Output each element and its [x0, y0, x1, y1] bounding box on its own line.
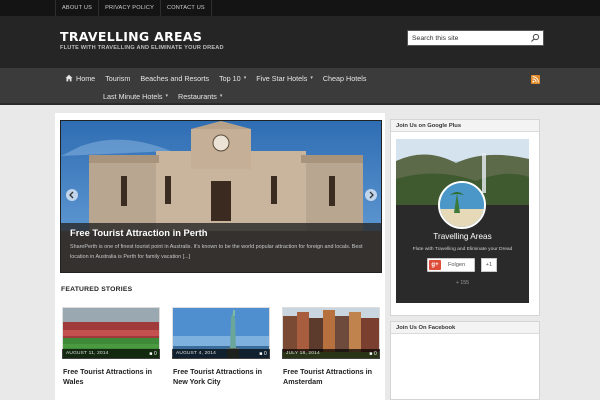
card-date: JULY 18, 2014: [286, 351, 320, 356]
home-icon: [65, 74, 73, 82]
card-title[interactable]: Free Tourist Attractions in New York Cit…: [173, 367, 273, 387]
nav-item-cheap-hotels[interactable]: Cheap Hotels: [318, 69, 372, 87]
chevron-down-icon: ▾: [310, 75, 313, 81]
comment-count-value: 0: [154, 351, 157, 357]
top-link-about-us[interactable]: ABOUT US: [55, 0, 98, 16]
card-date-bar: AUGUST 11, 2014 ■ 0: [62, 349, 160, 359]
avatar[interactable]: [438, 181, 486, 229]
top-links: ABOUT US PRIVACY POLICY CONTACT US: [55, 0, 212, 16]
top-link-privacy-policy[interactable]: PRIVACY POLICY: [98, 0, 160, 16]
chevron-down-icon: ▾: [219, 93, 223, 99]
nav-item-restaurants[interactable]: Restaurants ▾: [173, 87, 227, 105]
featured-stories-heading: FEATURED STORIES: [61, 286, 133, 293]
google-plus-badge: Travelling Areas Flute with Travelling a…: [396, 139, 529, 303]
nav-label-tourism: Tourism: [105, 73, 131, 83]
site-header: TRAVELLING AREAS FLUTE WITH TRAVELLING A…: [0, 16, 600, 68]
follower-count: + 155: [455, 280, 470, 286]
follow-label: Folgen: [448, 262, 466, 268]
chevron-down-icon: ▾: [243, 75, 247, 81]
nav-label-last-minute-hotels: Last Minute Hotels: [103, 91, 163, 101]
main-nav: Home Tourism Beaches and Resorts Top 10 ▾…: [0, 68, 600, 105]
search-icon[interactable]: [530, 33, 540, 43]
nav-label-cheap-hotels: Cheap Hotels: [322, 73, 367, 83]
profile-tagline: Flute with Travelling and Eliminate your…: [412, 247, 513, 252]
comment-count[interactable]: ■ 0: [149, 349, 157, 359]
google-plus-widget: Join Us on Google Plus Travelling Areas …: [390, 119, 540, 316]
comment-count[interactable]: ■ 0: [369, 349, 377, 359]
featured-card[interactable]: AUGUST 4, 2014 ■ 0 Free Tourist Attracti…: [171, 306, 271, 396]
featured-card[interactable]: JULY 18, 2014 ■ 0 Free Tourist Attractio…: [281, 306, 381, 396]
nav-label-home: Home: [76, 73, 96, 83]
chevron-left-icon[interactable]: [66, 189, 78, 201]
nav-item-top-10[interactable]: Top 10 ▾: [214, 69, 251, 87]
nav-label-top-10: Top 10: [219, 73, 241, 83]
avatar-image: [440, 183, 484, 227]
profile-name[interactable]: Travelling Areas: [396, 232, 529, 241]
card-date-bar: AUGUST 4, 2014 ■ 0: [172, 349, 270, 359]
nav-label-restaurants: Restaurants: [178, 91, 217, 101]
card-date: AUGUST 11, 2014: [66, 351, 109, 356]
search-input[interactable]: [408, 31, 528, 45]
card-title[interactable]: Free Tourist Attractions in Amsterdam: [283, 367, 383, 387]
chevron-right-icon[interactable]: [365, 189, 377, 201]
nav-label-beaches: Beaches and Resorts: [140, 73, 210, 83]
rss-icon[interactable]: [531, 75, 540, 84]
follow-button[interactable]: g+ Folgen: [427, 258, 475, 272]
featured-slider[interactable]: Free Tourist Attraction in Perth SharePe…: [60, 120, 382, 273]
main-content: Free Tourist Attraction in Perth SharePe…: [55, 113, 385, 400]
slide-title[interactable]: Free Tourist Attraction in Perth: [70, 227, 208, 238]
top-link-contact-us[interactable]: CONTACT US: [160, 0, 212, 16]
featured-cards: AUGUST 11, 2014 ■ 0 Free Tourist Attract…: [60, 306, 382, 396]
facebook-widget: Join Us On Facebook: [390, 321, 540, 400]
google-plus-icon: g+: [429, 260, 441, 270]
slide-excerpt: SharePerth is one of finest tourist poin…: [70, 244, 363, 260]
nav-label-five-star-hotels: Five Star Hotels: [256, 73, 308, 83]
nav-row-2: Last Minute Hotels ▾ Restaurants ▾: [98, 87, 227, 105]
card-date: AUGUST 4, 2014: [176, 351, 217, 356]
widget-title: Join Us on Google Plus: [391, 120, 539, 132]
site-tagline: FLUTE WITH TRAVELLING AND ELIMINATE YOUR…: [60, 45, 224, 51]
nav-item-beaches-and-resorts[interactable]: Beaches and Resorts: [135, 69, 214, 87]
nav-row-1: Home Tourism Beaches and Resorts Top 10 ▾…: [60, 69, 371, 87]
nav-item-home[interactable]: Home: [60, 69, 100, 87]
chevron-down-icon: ▾: [165, 93, 169, 99]
site-title[interactable]: TRAVELLING AREAS: [60, 29, 202, 44]
comment-count[interactable]: ■ 0: [259, 349, 267, 359]
card-date-bar: JULY 18, 2014 ■ 0: [282, 349, 380, 359]
plus-one-button[interactable]: +1: [481, 258, 497, 272]
comment-count-value: 0: [264, 351, 267, 357]
nav-item-five-star-hotels[interactable]: Five Star Hotels ▾: [251, 69, 318, 87]
comment-count-value: 0: [374, 351, 377, 357]
search-box: [407, 30, 544, 46]
widget-title: Join Us On Facebook: [391, 322, 539, 334]
nav-item-last-minute-hotels[interactable]: Last Minute Hotels ▾: [98, 87, 173, 105]
nav-item-tourism[interactable]: Tourism: [100, 69, 135, 87]
top-bar: ABOUT US PRIVACY POLICY CONTACT US: [0, 0, 600, 16]
card-title[interactable]: Free Tourist Attractions in Wales: [63, 367, 163, 387]
featured-card[interactable]: AUGUST 11, 2014 ■ 0 Free Tourist Attract…: [61, 306, 161, 396]
